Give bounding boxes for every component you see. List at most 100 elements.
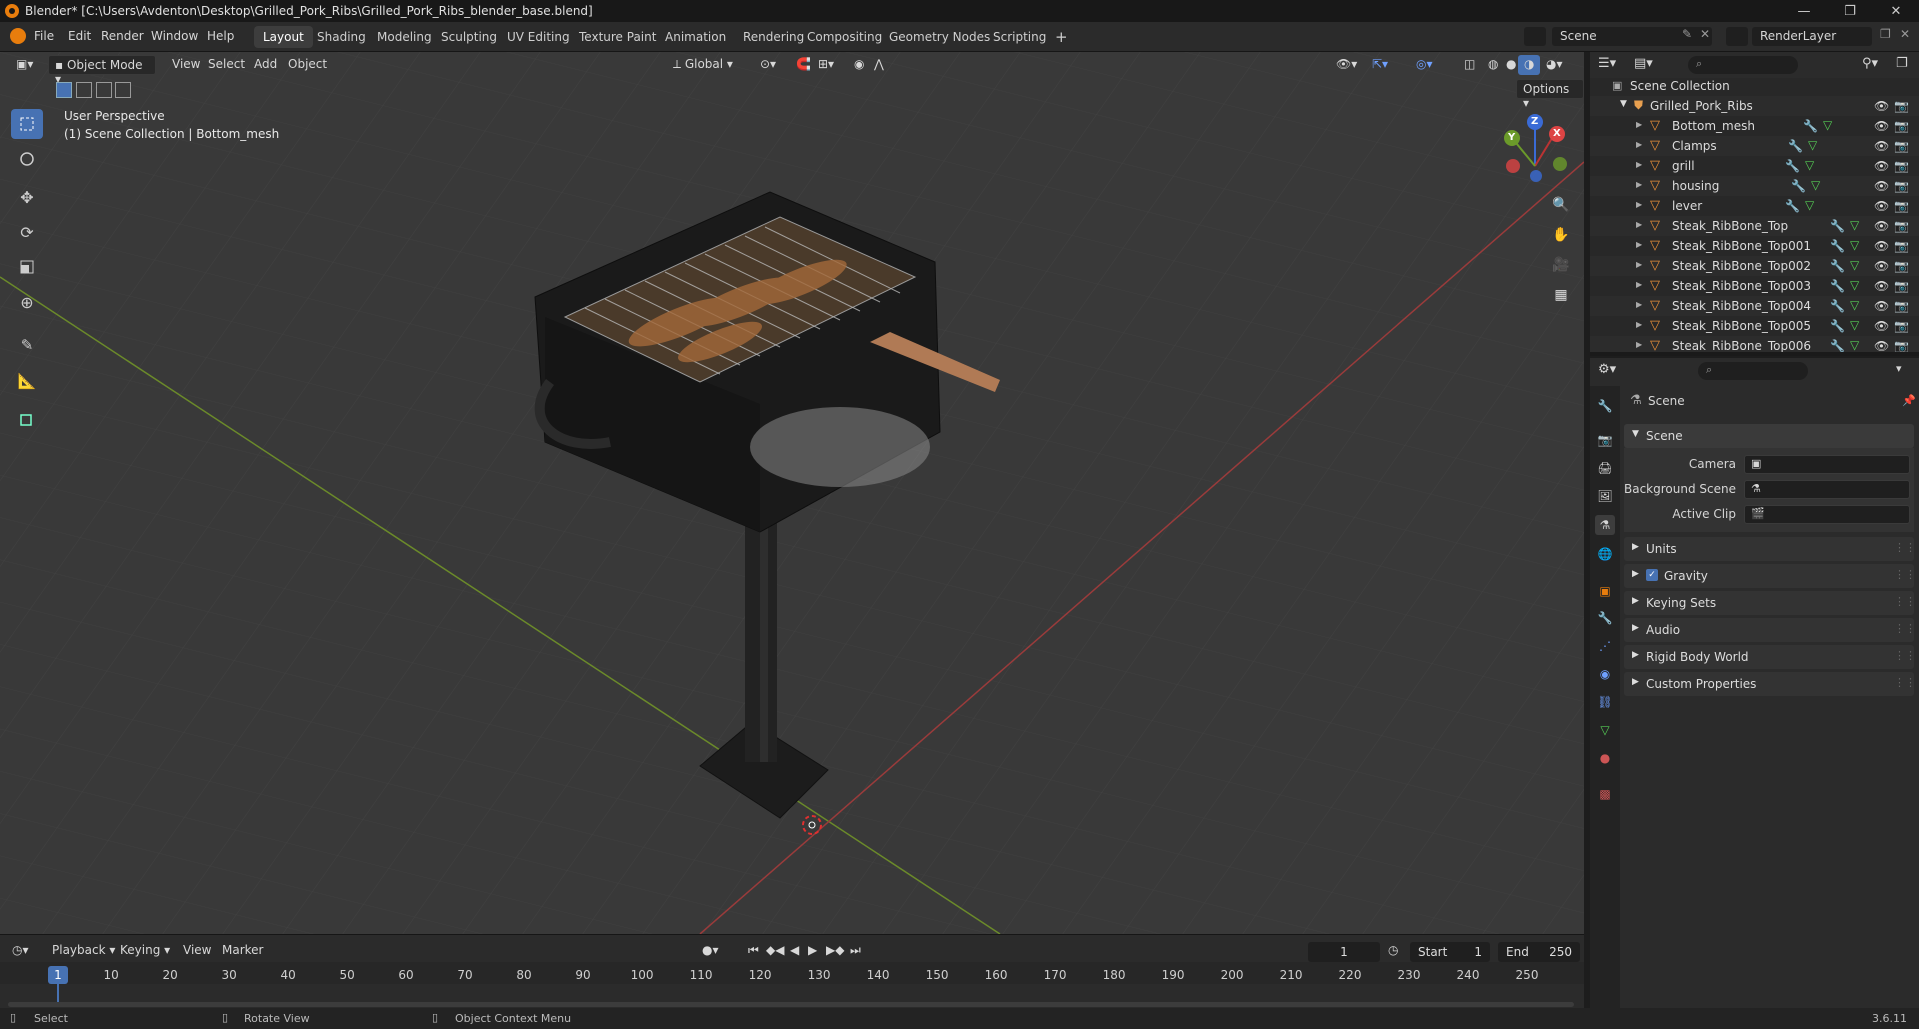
menu-playback[interactable]: Playback ▾ <box>52 943 115 957</box>
mesh-data-icon[interactable]: ▽ <box>1805 158 1814 172</box>
tab-compositing[interactable]: Compositing <box>798 26 891 48</box>
render-camera-icon[interactable]: 📷 <box>1894 99 1909 113</box>
annotate-tool-icon[interactable]: ✎ <box>11 330 43 360</box>
mode-selector[interactable]: ▪ Object Mode ▾ <box>48 55 156 86</box>
particles-tab-icon[interactable]: ⋰ <box>1595 636 1615 656</box>
render-camera-icon[interactable]: 📷 <box>1894 139 1909 153</box>
outliner-collection-row[interactable]: ▼ ⛊ Grilled_Pork_Ribs 👁 📷 <box>1590 96 1919 116</box>
visibility-eye-icon[interactable]: 👁 <box>1874 259 1889 273</box>
render-camera-icon[interactable]: 📷 <box>1894 119 1909 133</box>
mesh-data-icon[interactable]: ▽ <box>1850 298 1859 312</box>
render-camera-icon[interactable]: 📷 <box>1894 299 1909 313</box>
constraints-tab-icon[interactable]: ⛓ <box>1595 692 1615 712</box>
outliner-object-row[interactable]: ▶ ▽ lever 🔧 ▽ 👁 📷 <box>1590 196 1919 216</box>
output-tab-icon[interactable]: 🖨 <box>1595 458 1615 478</box>
tab-uv-editing[interactable]: UV Editing <box>498 26 579 48</box>
add-workspace-icon[interactable]: + <box>1046 24 1077 46</box>
menu-edit[interactable]: Edit <box>68 29 91 43</box>
scene-panel-header[interactable]: ▼ Scene <box>1624 424 1914 448</box>
record-keyframe-icon[interactable]: ●▾ <box>702 943 719 957</box>
pan-hand-icon[interactable]: ✋ <box>1548 222 1574 248</box>
expand-arrow-icon[interactable]: ▶ <box>1636 120 1642 129</box>
mesh-data-icon[interactable]: ▽ <box>1805 198 1814 212</box>
modifier-icon[interactable]: 🔧 <box>1785 159 1800 173</box>
panel-audio[interactable]: ▶ Audio ⋮⋮ <box>1624 618 1916 642</box>
play-reverse-icon[interactable]: ◀ <box>790 943 799 957</box>
visibility-eye-icon[interactable]: 👁 <box>1874 239 1889 253</box>
expand-arrow-icon[interactable]: ▶ <box>1636 280 1642 289</box>
next-keyframe-icon[interactable]: ▶◆ <box>826 943 844 957</box>
scene-remove-icon[interactable]: ✕ <box>1700 27 1710 41</box>
visibility-eye-icon[interactable]: 👁 <box>1874 139 1889 153</box>
material-preview-shading-icon[interactable]: ◑ <box>1518 55 1541 75</box>
move-tool-icon[interactable]: ✥ <box>11 182 43 212</box>
view-layer-remove-icon[interactable]: ✕ <box>1900 27 1910 41</box>
outliner-object-row[interactable]: ▶ ▽ Steak_RibBone_Top001 🔧 ▽ 👁 📷 <box>1590 236 1919 256</box>
rendered-shading-icon[interactable]: ◕▾ <box>1540 55 1569 75</box>
visibility-eye-icon[interactable]: 👁 <box>1874 99 1889 113</box>
outliner-scene-collection-row[interactable]: ▣ Scene Collection <box>1590 76 1919 96</box>
expand-arrow-icon[interactable]: ▶ <box>1636 240 1642 249</box>
panel-gravity[interactable]: ▶ ✓ Gravity ⋮⋮ <box>1624 564 1916 588</box>
outliner-object-row[interactable]: ▶ ▽ Bottom_mesh 🔧 ▽ 👁 📷 <box>1590 116 1919 136</box>
render-camera-icon[interactable]: 📷 <box>1894 339 1909 353</box>
mesh-data-icon[interactable]: ▽ <box>1808 138 1817 152</box>
mesh-data-icon[interactable]: ▽ <box>1850 218 1859 232</box>
play-icon[interactable]: ▶ <box>808 943 817 957</box>
scene-type-icon[interactable] <box>1524 27 1546 46</box>
outliner-object-row[interactable]: ▶ ▽ Steak_RibBone_Top004 🔧 ▽ 👁 📷 <box>1590 296 1919 316</box>
start-frame-field[interactable]: Start 1 <box>1410 942 1490 962</box>
cursor-tool-icon[interactable] <box>11 144 43 174</box>
visibility-eye-icon[interactable]: 👁 <box>1874 299 1889 313</box>
modifier-icon[interactable]: 🔧 <box>1788 139 1803 153</box>
modifier-icon[interactable]: 🔧 <box>1830 259 1845 273</box>
orientation-selector[interactable]: ⟂ Global ▾ <box>667 55 739 75</box>
mesh-data-icon[interactable]: ▽ <box>1823 118 1832 132</box>
properties-options-icon[interactable]: ▾ <box>1896 362 1902 375</box>
jump-start-icon[interactable]: ⏮ <box>748 943 759 958</box>
mesh-data-icon[interactable]: ▽ <box>1850 338 1859 352</box>
panel-units[interactable]: ▶ Units ⋮⋮ <box>1624 537 1916 561</box>
menu-help[interactable]: Help <box>207 29 234 43</box>
mesh-data-icon[interactable]: ▽ <box>1850 258 1859 272</box>
render-tab-icon[interactable]: 📷 <box>1595 430 1615 450</box>
render-camera-icon[interactable]: 📷 <box>1894 219 1909 233</box>
camera-field[interactable]: ▣ <box>1744 455 1910 474</box>
menu-window[interactable]: Window <box>151 29 198 43</box>
pivot-point-icon[interactable]: ⊙▾ <box>754 55 782 75</box>
menu-render[interactable]: Render <box>101 29 144 43</box>
snap-target-icon[interactable]: ⊞▾ <box>812 55 840 75</box>
outliner-editor-type-icon[interactable]: ☰▾ <box>1598 56 1616 71</box>
background-scene-field[interactable]: ⚗ <box>1744 480 1910 499</box>
timeline-scrollbar[interactable] <box>8 1002 1574 1007</box>
tool-tab-icon[interactable]: 🔧 <box>1595 396 1615 416</box>
jump-end-icon[interactable]: ⏭ <box>850 943 861 958</box>
modifier-icon[interactable]: 🔧 <box>1785 199 1800 213</box>
zoom-icon[interactable]: 🔍 <box>1548 192 1574 218</box>
outliner-object-row[interactable]: ▶ ▽ Steak_RibBone_Top003 🔧 ▽ 👁 📷 <box>1590 276 1919 296</box>
visibility-eye-icon[interactable]: 👁 <box>1874 279 1889 293</box>
display-mode-icon[interactable]: ▤▾ <box>1634 56 1653 71</box>
active-clip-field[interactable]: 🎬 <box>1744 505 1910 524</box>
modifier-icon[interactable]: 🔧 <box>1830 219 1845 233</box>
tab-animation[interactable]: Animation <box>656 26 735 48</box>
menu-marker[interactable]: Marker <box>222 943 263 957</box>
end-frame-field[interactable]: End 250 <box>1498 942 1580 962</box>
visibility-eye-icon[interactable]: 👁 <box>1874 179 1889 193</box>
prev-keyframe-icon[interactable]: ◆◀ <box>766 943 784 957</box>
render-camera-icon[interactable]: 📷 <box>1894 159 1909 173</box>
view-layer-tab-icon[interactable]: 🖼 <box>1595 486 1615 506</box>
outliner-object-row[interactable]: ▶ ▽ Steak_RibBone_Top002 🔧 ▽ 👁 📷 <box>1590 256 1919 276</box>
visibility-eye-icon[interactable]: 👁 <box>1874 319 1889 333</box>
blender-menu-icon[interactable] <box>10 28 26 44</box>
falloff-icon[interactable]: ⋀ <box>868 55 890 75</box>
gravity-checkbox[interactable]: ✓ <box>1646 569 1658 581</box>
outliner-object-row[interactable]: ▶ ▽ housing 🔧 ▽ 👁 📷 <box>1590 176 1919 196</box>
tab-modeling[interactable]: Modeling <box>368 26 441 48</box>
expand-arrow-icon[interactable]: ▶ <box>1636 320 1642 329</box>
overlays-toggle-icon[interactable]: ◎▾ <box>1410 55 1439 75</box>
outliner-object-row[interactable]: ▶ ▽ Steak_RibBone_Top 🔧 ▽ 👁 📷 <box>1590 216 1919 236</box>
menu-add[interactable]: Add <box>248 55 283 75</box>
render-camera-icon[interactable]: 📷 <box>1894 179 1909 193</box>
tab-shading[interactable]: Shading <box>308 26 375 48</box>
